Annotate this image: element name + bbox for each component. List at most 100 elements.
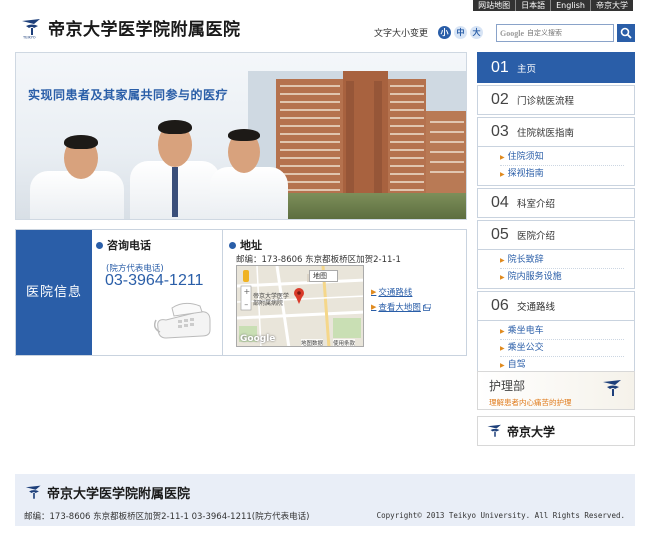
nav-item-outpatient[interactable]: 02 门诊就医流程 [477,85,635,115]
telephone-icon [154,302,211,339]
search-input[interactable] [527,29,605,37]
nav-item-inpatient[interactable]: 03 住院就医指南 [477,117,635,147]
address-section: 地址 邮编：173-8606 东京都板桥区加贺2-11-1 + – 地图 帝京大… [224,230,467,355]
svg-text:–: – [244,300,248,309]
about-sub-list: ▶ 院长致辞 ▶ 院内服务设施 [477,250,635,289]
arrow-icon: ▶ [500,256,505,264]
svg-text:+: + [244,287,251,296]
teikyo-logo-icon [487,424,501,437]
hero-slogan: 实现同患者及其家属共同参与的医疗 [28,88,229,102]
utility-bar: 网站地图 日本語 English 帝京大学 [473,0,633,11]
sub-item-visiting-guide[interactable]: ▶ 探视指南 [500,166,624,183]
logo-text: 帝京大学医学院附属医院 [48,20,241,40]
nav-item-access[interactable]: 06 交通路线 [477,291,635,321]
bullet-icon [229,241,236,249]
map-google-brand: Google [240,334,276,344]
nav-number: 01 [491,58,509,76]
doctor-figure-right [206,127,288,219]
nav-number: 06 [491,297,509,314]
nav-number: 04 [491,194,509,211]
large-map-link[interactable]: ▶ 查看大地图 [371,301,431,313]
map-links: ▶ 交通路线 ▶ 查看大地图 [371,286,431,316]
sub-item-label: 乘坐公交 [507,342,544,353]
inpatient-sub-list: ▶ 住院须知 ▶ 探视指南 [477,147,635,186]
nav-item-departments[interactable]: 04 科室介绍 [477,188,635,218]
font-size-large-button[interactable]: 大 [470,26,484,39]
arrow-icon: ▶ [500,344,505,352]
hospital-info-label: 医院信息 [16,230,92,355]
sub-item-by-train[interactable]: ▶ 乘坐电车 [500,323,624,340]
util-link-teikyo-university[interactable]: 帝京大学 [590,0,633,11]
nav-item-about-hospital[interactable]: 05 医院介绍 [477,220,635,250]
sub-item-label: 住院须知 [507,151,544,162]
map-type-selector[interactable]: 地图 [309,270,338,282]
teikyo-university-banner[interactable]: 帝京大学 [477,416,635,446]
access-sub-list: ▶ 乘坐电车 ▶ 乘坐公交 ▶ 自驾 [477,321,635,377]
nav-label: 主页 [517,63,537,75]
search-box: Google [496,24,614,42]
directions-link[interactable]: ▶ 交通路线 [371,286,431,298]
arrow-icon: ▶ [500,153,505,161]
font-size-label: 文字大小变更 [374,29,429,39]
sub-item-label: 院长致辞 [507,254,544,265]
footer-address: 邮编：173-8606 东京都板桥区加贺2-11-1 03-3964-1211(… [24,512,310,522]
font-size-medium-button[interactable]: 中 [454,26,468,39]
inquiry-phone-section: 咨询电话 (院方代表电话) 03-3964-1211 [92,230,223,355]
nav-label: 科室介绍 [517,199,556,210]
main-navigation: 01 主页 02 门诊就医流程 03 住院就医指南 ▶ 住院须知 ▶ 探视指南 04… [477,52,635,379]
search-icon [620,27,632,39]
teikyo-logo-icon [603,380,621,396]
site-footer: 帝京大学医学院附属医院 邮编：173-8606 东京都板桥区加贺2-11-1 0… [15,474,635,526]
nav-number: 02 [491,91,509,108]
footer-logo[interactable]: 帝京大学医学院附属医院 [24,483,190,502]
util-link-sitemap[interactable]: 网站地图 [473,0,515,11]
util-link-english[interactable]: English [550,0,590,11]
nav-number: 03 [491,123,509,140]
nursing-banner-subtitle: 理解患者内心痛苦的护理 [489,398,572,407]
footer-logo-text: 帝京大学医学院附属医院 [47,487,191,502]
nav-label: 医院介绍 [517,231,556,242]
address-title-text: 地址 [240,239,262,252]
footer-copyright: Copyright© 2013 Teikyo University. All R… [376,511,625,520]
nav-item-home[interactable]: 01 主页 [477,52,635,83]
nursing-banner-title: 护理部 [489,379,526,393]
hospital-info-panel: 医院信息 咨询电话 (院方代表电话) 03-3964-1211 地址 邮编：17… [15,229,467,356]
large-map-link-text: 查看大地图 [378,303,421,313]
sub-item-admission-notes[interactable]: ▶ 住院须知 [500,149,624,166]
nav-number: 05 [491,226,509,243]
address-text: 邮编：173-8606 东京都板桥区加贺2-11-1 [236,255,401,265]
svg-text:TEIKYO: TEIKYO [22,35,36,39]
directions-link-text: 交通路线 [378,288,413,298]
google-brand: Google [500,28,524,38]
teikyo-logo-icon: TEIKYO [20,17,44,39]
phone-title-text: 咨询电话 [107,239,151,252]
bullet-icon [96,241,103,249]
map-terms-link[interactable]: 使用条款 [333,339,356,346]
nav-label: 交通路线 [517,302,556,313]
sub-item-label: 探视指南 [507,169,544,179]
font-size-small-button[interactable]: 小 [438,26,452,39]
sub-item-label: 乘坐电车 [507,325,544,336]
arrow-icon: ▶ [371,288,377,296]
external-window-icon [423,303,431,311]
sub-item-label: 院内服务设施 [507,272,562,282]
embedded-map[interactable]: + – 地图 帝京大学医学部附属病院 Google 地图数据 使用条款 [236,265,364,347]
font-size-switcher: 文字大小变更 小 中 大 [374,26,486,39]
sub-item-director-message[interactable]: ▶ 院长致辞 [500,252,624,269]
phone-section-title: 咨询电话 [96,237,151,253]
doctor-figure-left [26,133,126,219]
nav-label: 住院就医指南 [517,128,575,139]
sub-item-facilities[interactable]: ▶ 院内服务设施 [500,269,624,286]
map-data-label: 地图数据 [301,339,324,347]
site-logo[interactable]: TEIKYO 帝京大学医学院附属医院 [20,15,241,40]
hero-banner: 实现同患者及其家属共同参与的医疗 [15,52,467,220]
nav-label: 门诊就医流程 [517,96,575,107]
search-button[interactable] [617,24,635,42]
teikyo-logo-icon [25,485,41,499]
university-banner-title: 帝京大学 [507,424,556,439]
nursing-department-banner[interactable]: 护理部 理解患者内心痛苦的护理 [477,371,635,410]
util-link-japanese[interactable]: 日本語 [515,0,550,11]
arrow-icon: ▶ [371,303,377,311]
arrow-icon: ▶ [500,274,505,281]
sub-item-by-bus[interactable]: ▶ 乘坐公交 [500,340,624,357]
